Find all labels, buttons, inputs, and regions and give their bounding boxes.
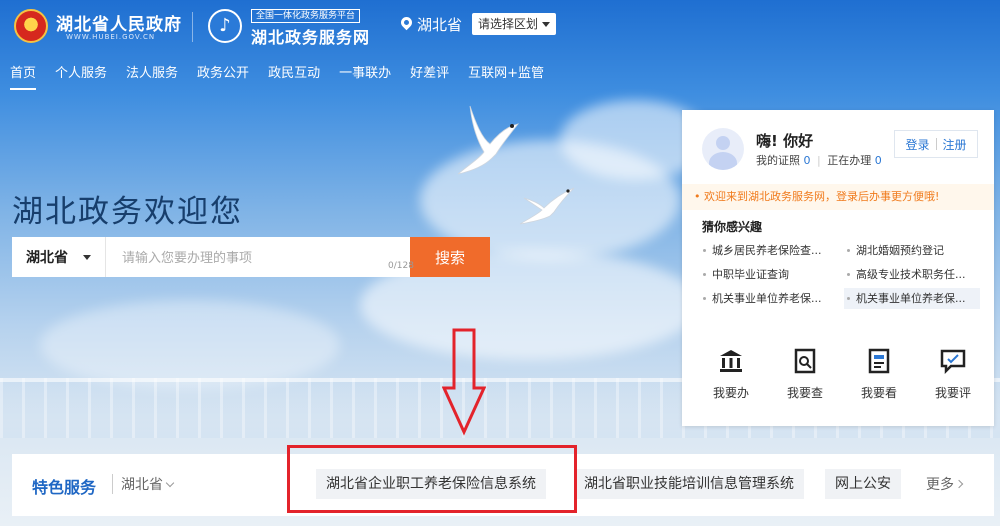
certs-count[interactable]: 0 (804, 154, 811, 167)
quick-action-label: 我要评 (934, 386, 971, 400)
region-select-label: 请选择区划 (478, 17, 539, 31)
cloud-decoration (40, 300, 340, 390)
quick-action-label: 我要查 (786, 386, 823, 400)
nav-item-legal-entity[interactable]: 法人服务 (126, 64, 178, 90)
search-char-counter: 0/128 (388, 261, 414, 271)
user-stats: 我的证照 0 | 正在办理 0 (756, 154, 882, 167)
avatar[interactable] (702, 128, 744, 170)
chevron-down-icon (165, 478, 175, 488)
location-pin-icon (398, 14, 415, 31)
crane-bird-icon (457, 105, 519, 175)
service-online-police[interactable]: 网上公安 (825, 469, 901, 499)
view-doc-icon (868, 348, 890, 374)
nav-item-supervision[interactable]: 互联网+监管 (468, 64, 544, 90)
interest-item[interactable]: 高级专业技术职务任... (844, 264, 980, 285)
nav-item-home[interactable]: 首页 (10, 64, 37, 90)
interest-item[interactable]: 湖北婚姻预约登记 (844, 240, 980, 261)
processing-label[interactable]: 正在办理 (827, 154, 871, 167)
interest-list: 城乡居民养老保险查... 湖北婚姻预约登记 中职毕业证查询 高级专业技术职务任.… (700, 240, 980, 309)
quick-action-label: 我要看 (860, 386, 897, 400)
gov-site-url: WWW.HUBEI.GOV.CN (66, 33, 156, 41)
nav-item-interaction[interactable]: 政民互动 (268, 64, 320, 90)
service-platform-title[interactable]: 湖北政务服务网 (251, 24, 370, 48)
service-platform-tag: 全国一体化政务服务平台 (251, 9, 361, 23)
search-region-dropdown[interactable]: 湖北省 (12, 237, 106, 277)
service-platform-logo-icon: ♪ (208, 9, 242, 43)
more-label: 更多 (926, 477, 954, 493)
comment-icon (940, 349, 966, 375)
login-notice: 欢迎来到湖北政务服务网，登录后办事更方便哦! (682, 184, 994, 210)
greeting-text: 嗨! 你好 (756, 132, 814, 150)
current-region: 湖北省 (417, 16, 463, 34)
quick-actions: 我要办 我要查 我要看 我要评 (702, 348, 982, 401)
interest-item[interactable]: 城乡居民养老保险查... (700, 240, 836, 261)
interest-item[interactable]: 机关事业单位养老保... (700, 288, 836, 309)
chevron-right-icon (954, 479, 964, 489)
auth-divider (935, 138, 937, 150)
quick-action-view[interactable]: 我要看 (850, 348, 908, 401)
crane-bird-icon (519, 187, 575, 225)
certs-label[interactable]: 我的证照 (756, 154, 800, 167)
nav-item-gov-affairs[interactable]: 政务公开 (197, 64, 249, 90)
user-panel: 嗨! 你好 我的证照 0 | 正在办理 0 登录 注册 欢迎来到湖北政务服务网，… (682, 110, 994, 426)
main-nav: 首页 个人服务 法人服务 政务公开 政民互动 一事联办 好差评 互联网+监管 (10, 64, 544, 90)
bank-icon (720, 350, 742, 372)
site-header: 湖北省人民政府 WWW.HUBEI.GOV.CN ♪ 全国一体化政务服务平台 湖… (0, 0, 1000, 52)
nav-item-personal[interactable]: 个人服务 (55, 64, 107, 90)
interest-item[interactable]: 机关事业单位养老保... (844, 288, 980, 309)
header-divider (192, 12, 193, 42)
register-link[interactable]: 注册 (943, 136, 967, 153)
search-region-label: 湖北省 (26, 250, 68, 266)
featured-region-dropdown[interactable]: 湖北省 (112, 474, 175, 494)
quick-action-do[interactable]: 我要办 (702, 348, 760, 401)
search-doc-icon (794, 348, 816, 374)
government-emblem-icon (14, 9, 48, 43)
caret-down-icon (83, 255, 91, 260)
caret-down-icon (542, 22, 550, 27)
nav-item-rating[interactable]: 好差评 (410, 64, 449, 90)
quick-action-rate[interactable]: 我要评 (924, 348, 982, 401)
featured-services-title: 特色服务 (32, 478, 97, 497)
auth-box: 登录 注册 (894, 130, 978, 158)
quick-action-query[interactable]: 我要查 (776, 348, 834, 401)
nav-item-one-stop[interactable]: 一事联办 (339, 64, 391, 90)
quick-action-label: 我要办 (712, 386, 749, 400)
login-link[interactable]: 登录 (905, 136, 929, 153)
interest-heading: 猜你感兴趣 (702, 220, 763, 234)
region-select-dropdown[interactable]: 请选择区划 (472, 13, 556, 35)
processing-count[interactable]: 0 (875, 154, 882, 167)
interest-item[interactable]: 中职毕业证查询 (700, 264, 836, 285)
service-training-system[interactable]: 湖北省职业技能培训信息管理系统 (574, 469, 804, 499)
search-bar: 湖北省 0/128 搜索 (12, 237, 490, 277)
featured-region-label: 湖北省 (121, 477, 163, 493)
more-services-link[interactable]: 更多 (926, 474, 964, 494)
search-button[interactable]: 搜索 (410, 237, 490, 277)
gov-site-title[interactable]: 湖北省人民政府 (56, 10, 182, 35)
welcome-heading: 湖北政务欢迎您 (12, 194, 243, 230)
arrow-down-icon (442, 328, 486, 436)
search-input[interactable] (106, 237, 410, 277)
highlight-box (287, 445, 577, 513)
